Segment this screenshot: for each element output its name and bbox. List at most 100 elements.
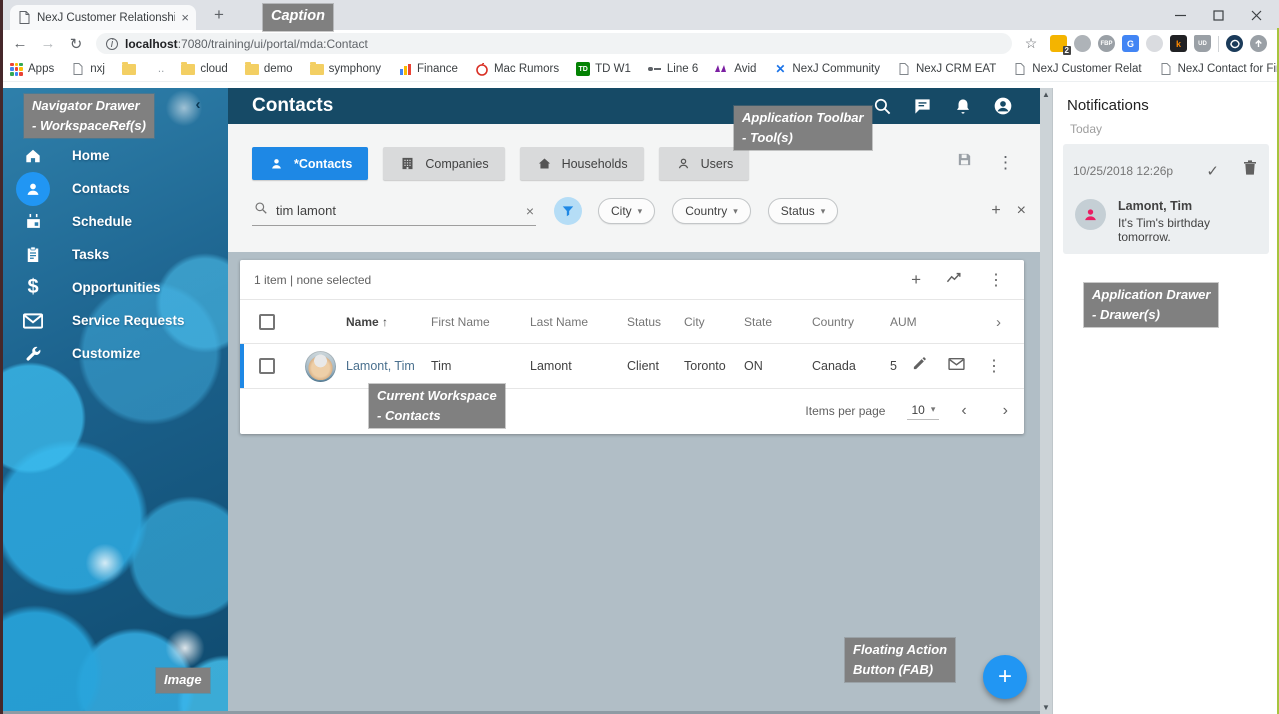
bookmark-cloud[interactable]: cloud xyxy=(181,63,228,75)
window-maximize-button[interactable] xyxy=(1199,0,1237,30)
row-checkbox[interactable] xyxy=(259,358,275,374)
notification-card[interactable]: 10/25/2018 12:26p ✓ Lamont, Tim It's Tim… xyxy=(1063,144,1269,254)
address-bar[interactable]: i localhost:7080/training/ui/portal/mda:… xyxy=(96,33,1012,54)
search-input[interactable] xyxy=(276,203,518,218)
column-header-country[interactable]: Country xyxy=(812,315,890,329)
save-icon[interactable] xyxy=(956,151,973,173)
ext-yellow-badge-icon[interactable]: 2 xyxy=(1050,35,1067,52)
tab-contacts[interactable]: *Contacts xyxy=(252,147,368,180)
bookmark-folder-1[interactable] xyxy=(122,64,141,75)
bell-icon[interactable] xyxy=(951,95,974,118)
sidebar-item-schedule[interactable]: Schedule xyxy=(0,205,228,238)
tab-close-icon[interactable]: × xyxy=(181,10,189,25)
tab-users[interactable]: Users xyxy=(659,147,750,180)
sidebar-item-customize[interactable]: Customize xyxy=(0,337,228,370)
bookmark-demo[interactable]: demo xyxy=(245,63,293,75)
forward-button[interactable]: → xyxy=(36,32,60,56)
extensions-separator xyxy=(1218,36,1219,52)
bookmark-nexj-contact[interactable]: NexJ Contact for Fina xyxy=(1159,62,1279,76)
ext-swirl-icon[interactable] xyxy=(1226,35,1243,52)
column-header-city[interactable]: City xyxy=(684,315,744,329)
search-icon[interactable] xyxy=(871,95,894,118)
sidebar-item-home[interactable]: Home xyxy=(0,139,228,172)
house-icon xyxy=(536,155,553,172)
column-header-status[interactable]: Status xyxy=(627,315,684,329)
filter-funnel-button[interactable] xyxy=(554,197,582,225)
add-contact-icon[interactable]: + xyxy=(911,270,921,290)
bookmark-nexj-crm-eat[interactable]: NexJ CRM EAT xyxy=(897,62,996,76)
browser-tab[interactable]: NexJ Customer Relationship Man × xyxy=(10,5,196,30)
bookmark-star-icon[interactable]: ☆ xyxy=(1020,35,1042,52)
grid-kebab-icon[interactable]: ⋮ xyxy=(988,270,1004,290)
edit-pencil-icon[interactable] xyxy=(912,356,927,376)
filter-chip-country[interactable]: Country ▾ xyxy=(672,198,751,224)
ext-arrow-up-icon[interactable] xyxy=(1250,35,1267,52)
bookmark-nexj-community[interactable]: ✕ NexJ Community xyxy=(773,62,880,76)
search-clear-icon[interactable]: × xyxy=(526,203,534,219)
account-icon[interactable] xyxy=(991,95,1014,118)
column-header-state[interactable]: State xyxy=(744,315,812,329)
tab-companies[interactable]: Companies xyxy=(383,147,504,180)
ext-k-icon[interactable]: k xyxy=(1170,35,1187,52)
bookmark-finance[interactable]: Finance xyxy=(398,62,458,76)
tab-label: Companies xyxy=(425,157,488,171)
clear-filters-icon[interactable]: × xyxy=(1017,202,1026,220)
bookmark-apps[interactable]: Apps xyxy=(10,63,54,76)
tab-households[interactable]: Households xyxy=(520,147,644,180)
bookmark-folder-2[interactable]: .. xyxy=(158,63,164,75)
previous-page-icon[interactable]: ‹ xyxy=(961,402,966,420)
column-header-aum[interactable]: AUM xyxy=(890,315,946,329)
chat-icon[interactable] xyxy=(911,95,934,118)
ext-octagon-icon[interactable]: FBP xyxy=(1098,35,1115,52)
sidebar-item-service-requests[interactable]: Service Requests xyxy=(0,304,228,337)
bookmark-avid[interactable]: Avid xyxy=(715,62,756,76)
application-drawer: Notifications Today 10/25/2018 12:26p ✓ … xyxy=(1052,88,1277,714)
reload-button[interactable]: ↻ xyxy=(64,32,88,56)
items-per-page-select[interactable]: 10 ▾ xyxy=(907,403,939,420)
email-envelope-icon[interactable] xyxy=(948,357,965,376)
bookmark-line6[interactable]: Line 6 xyxy=(648,62,698,76)
delete-trash-icon[interactable] xyxy=(1243,160,1257,181)
drawer-collapse-icon[interactable]: ‹ xyxy=(188,94,208,114)
mark-read-check-icon[interactable]: ✓ xyxy=(1206,162,1219,180)
floating-action-button[interactable]: + xyxy=(983,655,1027,699)
main-scrollbar[interactable]: ▲ ▼ xyxy=(1040,88,1052,714)
next-page-icon[interactable]: › xyxy=(1003,402,1008,420)
new-tab-button[interactable]: + xyxy=(206,3,232,27)
navigator-drawer: ‹ Home Contacts xyxy=(0,88,228,714)
bookmark-nxj[interactable]: nxj xyxy=(71,62,105,76)
cell-name[interactable]: Lamont, Tim xyxy=(346,359,431,373)
sidebar-item-tasks[interactable]: Tasks xyxy=(0,238,228,271)
select-all-checkbox[interactable] xyxy=(259,314,275,330)
column-header-name[interactable]: Name ↑ xyxy=(346,315,431,329)
sidebar-item-contacts[interactable]: Contacts xyxy=(0,172,228,205)
window-minimize-button[interactable] xyxy=(1161,0,1199,30)
site-info-icon[interactable]: i xyxy=(106,38,118,50)
back-button[interactable]: ← xyxy=(8,32,32,56)
add-filter-icon[interactable]: + xyxy=(991,202,1000,220)
bookmark-symphony[interactable]: symphony xyxy=(310,63,381,75)
row-kebab-icon[interactable]: ⋮ xyxy=(986,356,1002,376)
column-header-last-name[interactable]: Last Name xyxy=(530,315,627,329)
column-header-first-name[interactable]: First Name xyxy=(431,315,530,329)
scroll-down-arrow[interactable]: ▼ xyxy=(1042,701,1050,714)
ext-circle-icon[interactable] xyxy=(1146,35,1163,52)
notification-contact-name[interactable]: Lamont, Tim xyxy=(1118,199,1259,213)
window-close-button[interactable] xyxy=(1237,0,1275,30)
sidebar-item-opportunities[interactable]: $ Opportunities xyxy=(0,271,228,304)
filter-chip-status[interactable]: Status ▾ xyxy=(768,198,839,224)
toolbar-kebab-icon[interactable]: ⋮ xyxy=(997,154,1014,171)
filter-chip-city[interactable]: City ▾ xyxy=(598,198,655,224)
search-field[interactable]: × xyxy=(252,196,536,226)
bookmark-td[interactable]: TD TD W1 xyxy=(576,62,631,76)
apps-grid-icon xyxy=(10,63,23,76)
more-columns-icon[interactable]: › xyxy=(996,300,1001,344)
trending-chart-icon[interactable] xyxy=(946,270,963,290)
scroll-up-arrow[interactable]: ▲ xyxy=(1042,88,1050,101)
table-row[interactable]: Lamont, Tim Tim Lamont Client Toronto ON… xyxy=(240,344,1024,388)
bookmark-macrumors[interactable]: Mac Rumors xyxy=(475,62,559,76)
ext-gray-icon[interactable] xyxy=(1074,35,1091,52)
bookmark-nexj-customer[interactable]: NexJ Customer Relat xyxy=(1013,62,1141,76)
ext-shield-icon[interactable]: UD xyxy=(1194,35,1211,52)
ext-translate-icon[interactable]: G xyxy=(1122,35,1139,52)
